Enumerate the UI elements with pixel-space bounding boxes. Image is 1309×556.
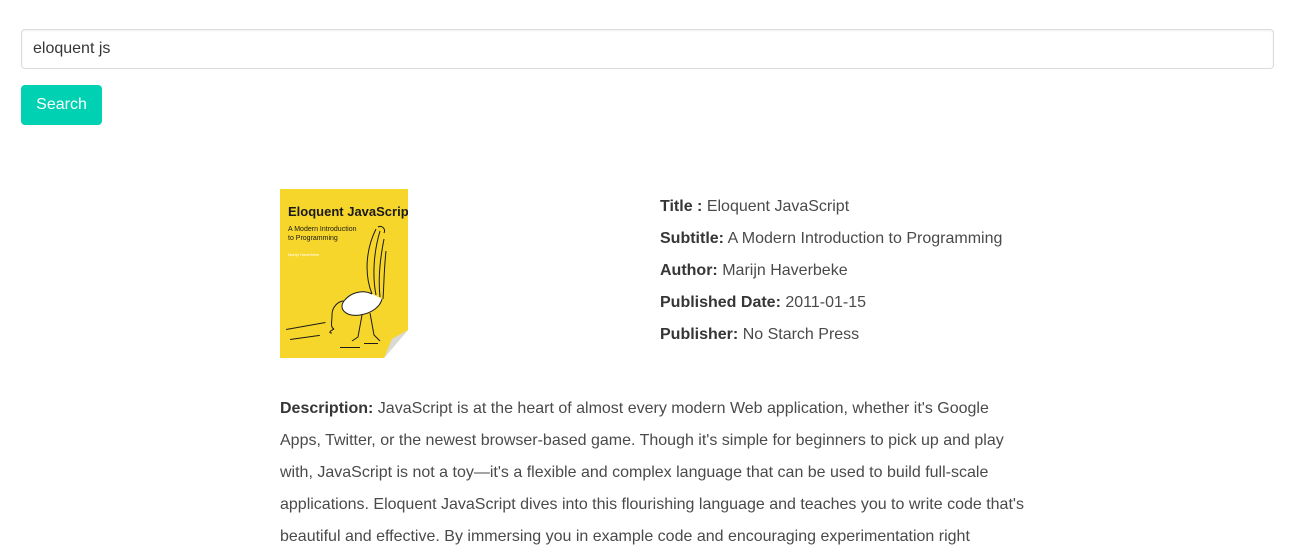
book-cover-image: Eloquent JavaScript A Modern Introductio…: [280, 189, 408, 358]
cover-subtitle-line2: to Programming: [288, 235, 338, 242]
cover-author: Marijn Haverbeke: [288, 252, 320, 257]
search-input[interactable]: [21, 29, 1274, 69]
published-date-row: Published Date: 2011-01-15: [660, 287, 1002, 319]
published-date-value: 2011-01-15: [785, 294, 867, 311]
title-separator: :: [692, 198, 707, 215]
author-label: Author:: [660, 262, 718, 279]
title-label: Title: [660, 198, 693, 215]
publisher-value: No Starch Press: [742, 326, 860, 343]
description-text: JavaScript is at the heart of almost eve…: [280, 400, 1024, 545]
publisher-label: Publisher:: [660, 326, 739, 343]
description-label: Description:: [280, 400, 374, 417]
cover-subtitle-line1: A Modern Introduction: [288, 226, 357, 233]
publisher-row: Publisher: No Starch Press: [660, 319, 1002, 351]
published-date-label: Published Date:: [660, 294, 781, 311]
book-description: Description: JavaScript is at the heart …: [280, 393, 1025, 553]
book-info: Title : Eloquent JavaScript Subtitle: A …: [660, 191, 1002, 351]
title-value: Eloquent JavaScript: [706, 198, 850, 215]
subtitle-label: Subtitle:: [660, 230, 724, 247]
author-row: Author: Marijn Haverbeke: [660, 255, 1002, 287]
book-search-page: Search Eloquent JavaScript A Modern Intr…: [0, 0, 1309, 556]
subtitle-value: A Modern Introduction to Programming: [727, 230, 1003, 247]
search-button[interactable]: Search: [21, 85, 102, 125]
title-row: Title : Eloquent JavaScript: [660, 191, 1002, 223]
cover-title: Eloquent JavaScript: [288, 204, 408, 219]
subtitle-row: Subtitle: A Modern Introduction to Progr…: [660, 223, 1002, 255]
author-value: Marijn Haverbeke: [722, 262, 848, 279]
